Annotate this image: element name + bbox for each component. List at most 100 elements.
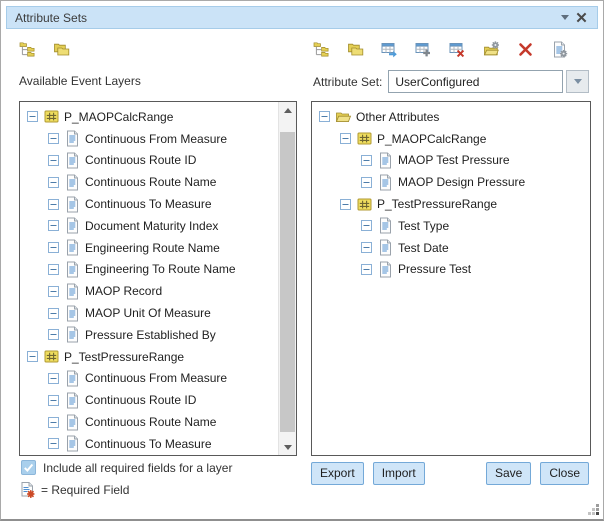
toolbar-table-add-button[interactable] xyxy=(415,41,432,58)
tree-item[interactable]: MAOP Unit Of Measure xyxy=(41,302,279,324)
collapse-toggle[interactable] xyxy=(361,220,372,231)
layer-tree-icon xyxy=(19,41,36,58)
toolbar-delete-button[interactable] xyxy=(517,41,534,58)
collapse-toggle[interactable] xyxy=(361,242,372,253)
table-add-icon xyxy=(415,41,432,58)
collapse-toggle[interactable] xyxy=(27,351,38,362)
doc-icon xyxy=(377,152,394,169)
import-button[interactable]: Import xyxy=(373,462,425,485)
dropdown-button[interactable] xyxy=(566,70,589,93)
toolbar-folder-new-button[interactable] xyxy=(483,41,500,58)
tree-item[interactable]: P_MAOPCalcRange xyxy=(333,128,590,150)
tree-item[interactable]: Continuous To Measure xyxy=(41,433,279,455)
attribute-set-dropdown[interactable]: UserConfigured xyxy=(388,70,589,93)
collapse-toggle[interactable] xyxy=(48,417,59,428)
collapse-toggle[interactable] xyxy=(340,133,351,144)
doc-icon xyxy=(377,217,394,234)
collapse-toggle[interactable] xyxy=(48,329,59,340)
collapse-toggle[interactable] xyxy=(48,286,59,297)
tree-item[interactable]: Test Date xyxy=(354,237,590,259)
required-field-icon xyxy=(19,481,36,499)
vertical-scrollbar[interactable] xyxy=(278,102,296,455)
tree-item[interactable]: Pressure Test xyxy=(354,259,590,281)
collapse-toggle[interactable] xyxy=(340,199,351,210)
tree-item[interactable]: Engineering To Route Name xyxy=(41,259,279,281)
save-button[interactable]: Save xyxy=(486,462,531,485)
collapse-toggle[interactable] xyxy=(48,308,59,319)
required-field-text: = Required Field xyxy=(41,483,129,497)
folders-icon xyxy=(53,41,70,58)
toolbar-folders-button[interactable] xyxy=(347,41,364,58)
doc-icon xyxy=(64,217,81,234)
tree-item[interactable]: Continuous Route ID xyxy=(41,389,279,411)
collapse-toggle[interactable] xyxy=(361,177,372,188)
tree-item[interactable]: MAOP Record xyxy=(41,280,279,302)
scroll-up-button[interactable] xyxy=(279,102,296,118)
collapse-toggle[interactable] xyxy=(319,111,330,122)
collapse-toggle[interactable] xyxy=(48,242,59,253)
collapse-toggle[interactable] xyxy=(361,264,372,275)
doc-icon xyxy=(64,261,81,278)
tree-item[interactable]: MAOP Design Pressure xyxy=(354,171,590,193)
tree-item-label: Test Date xyxy=(398,241,449,255)
toolbar-layer-tree-button[interactable] xyxy=(19,41,36,58)
titlebar[interactable]: Attribute Sets xyxy=(6,6,598,29)
collapse-toggle[interactable] xyxy=(48,177,59,188)
tree-item[interactable]: Continuous Route Name xyxy=(41,171,279,193)
toolbar-table-export-button[interactable] xyxy=(381,41,398,58)
attribute-set-tree-panel: Other Attributes P_MAOPCalcRangeMAOP Test… xyxy=(311,101,591,456)
doc-icon xyxy=(377,261,394,278)
tree-item-label: Other Attributes xyxy=(356,110,439,124)
collapse-toggle[interactable] xyxy=(48,395,59,406)
layer-icon xyxy=(43,348,60,365)
close-button[interactable] xyxy=(573,10,589,26)
collapse-toggle[interactable] xyxy=(48,220,59,231)
collapse-toggle[interactable] xyxy=(48,264,59,275)
scroll-down-button[interactable] xyxy=(279,439,296,455)
tree-item[interactable]: Continuous To Measure xyxy=(41,193,279,215)
tree-item[interactable]: Continuous From Measure xyxy=(41,368,279,390)
close-dialog-button[interactable]: Close xyxy=(540,462,589,485)
tree-item[interactable]: Pressure Established By xyxy=(41,324,279,346)
attribute-set-value[interactable]: UserConfigured xyxy=(388,70,563,93)
table-export-icon xyxy=(381,41,398,58)
export-button[interactable]: Export xyxy=(311,462,364,485)
include-required-checkbox[interactable] xyxy=(21,460,36,475)
tree-item[interactable]: P_TestPressureRange xyxy=(20,346,279,368)
collapse-toggle[interactable] xyxy=(48,133,59,144)
toolbar-folders-button[interactable] xyxy=(53,41,70,58)
tree-item[interactable]: MAOP Test Pressure xyxy=(354,150,590,172)
tree-item[interactable]: P_MAOPCalcRange xyxy=(20,106,279,128)
toolbar-table-remove-button[interactable] xyxy=(449,41,466,58)
tree-item[interactable]: Continuous Route ID xyxy=(41,150,279,172)
collapse-toggle[interactable] xyxy=(48,438,59,449)
folder-new-icon xyxy=(483,41,500,58)
collapse-toggle[interactable] xyxy=(48,373,59,384)
tree-item-label: P_TestPressureRange xyxy=(377,197,497,211)
resize-grip[interactable] xyxy=(587,503,600,516)
collapse-toggle[interactable] xyxy=(361,155,372,166)
tree-item[interactable]: Other Attributes xyxy=(312,106,590,128)
folder-icon xyxy=(335,108,352,125)
tree-item[interactable]: Continuous Route Name xyxy=(41,411,279,433)
tree-item[interactable]: Engineering Route Name xyxy=(41,237,279,259)
tree-item[interactable]: Continuous From Measure xyxy=(41,128,279,150)
scrollbar-thumb[interactable] xyxy=(280,132,295,432)
required-field-legend: = Required Field xyxy=(19,481,129,499)
doc-icon xyxy=(64,152,81,169)
tree-item[interactable]: P_TestPressureRange xyxy=(333,193,590,215)
tree-item[interactable]: Document Maturity Index xyxy=(41,215,279,237)
collapse-toggle[interactable] xyxy=(48,155,59,166)
collapse-toggle[interactable] xyxy=(48,199,59,210)
toolbar-doc-settings-button[interactable] xyxy=(551,41,568,58)
titlebar-menu-button[interactable] xyxy=(557,10,573,26)
collapse-toggle[interactable] xyxy=(27,111,38,122)
tree-item-label: Engineering Route Name xyxy=(85,241,220,255)
tree-item[interactable]: Test Type xyxy=(354,215,590,237)
doc-icon xyxy=(64,435,81,452)
tree-item-label: P_TestPressureRange xyxy=(64,350,184,364)
close-icon xyxy=(576,12,587,23)
tree-item-label: Continuous From Measure xyxy=(85,132,227,146)
toolbar-layer-tree-button[interactable] xyxy=(313,41,330,58)
include-required-fields-row: Include all required fields for a layer xyxy=(21,460,232,475)
